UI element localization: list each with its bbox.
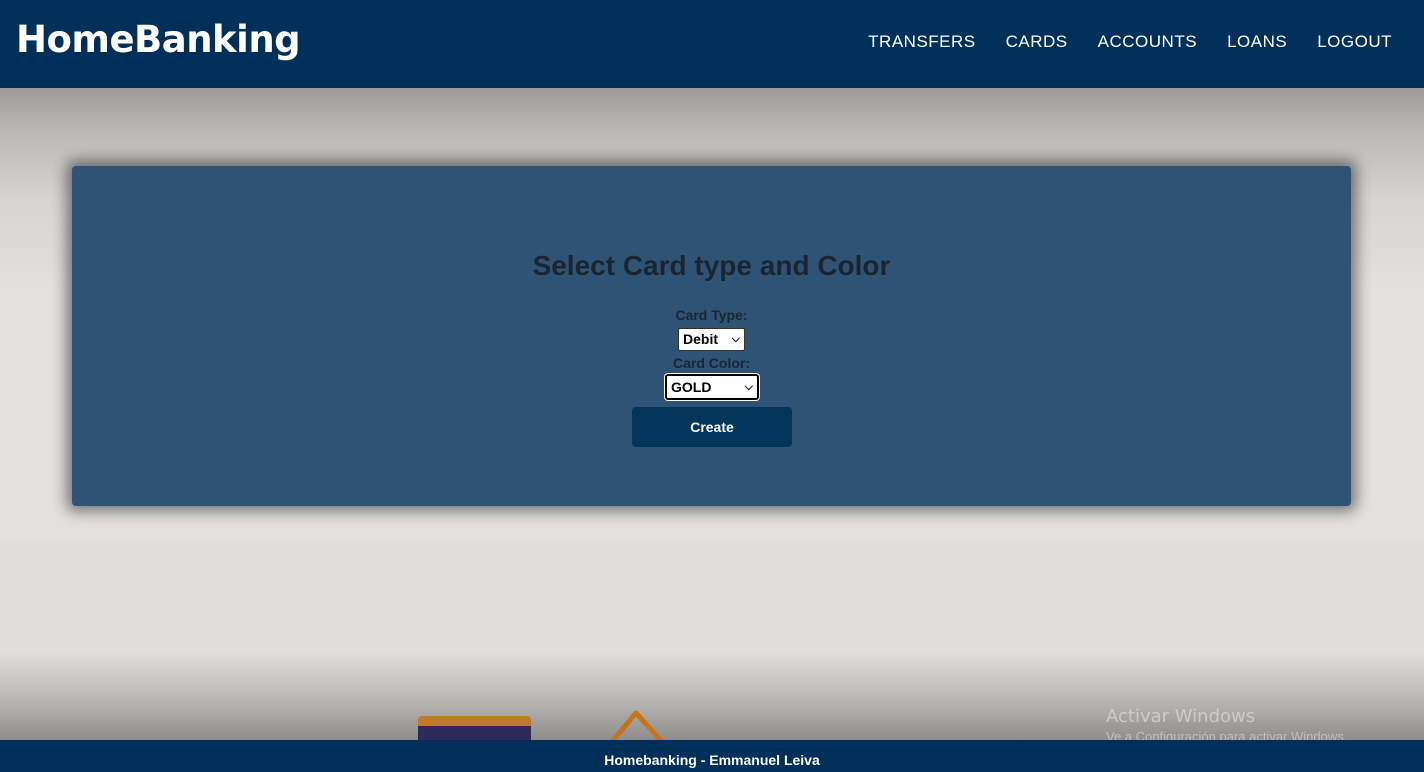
- card-color-select[interactable]: GOLD ⌵: [664, 373, 760, 401]
- footer: Homebanking - Emmanuel Leiva: [0, 740, 1424, 772]
- card-type-value: Debit: [683, 331, 718, 347]
- watermark-title: Activar Windows: [1106, 706, 1256, 727]
- nav-transfers[interactable]: TRANSFERS: [868, 32, 975, 52]
- nav-logout[interactable]: LOGOUT: [1317, 32, 1392, 52]
- card-color-value: GOLD: [671, 379, 712, 395]
- nav-links: TRANSFERS CARDS ACCOUNTS LOANS LOGOUT: [868, 32, 1392, 52]
- card-type-label: Card Type:: [675, 307, 748, 323]
- create-card-panel: Select Card type and Color Card Type: De…: [72, 166, 1351, 506]
- nav-loans[interactable]: LOANS: [1227, 32, 1287, 52]
- nav-accounts[interactable]: ACCOUNTS: [1098, 32, 1197, 52]
- page-title: Select Card type and Color: [532, 250, 891, 281]
- brand-logo[interactable]: HomeBanking: [16, 18, 301, 61]
- chevron-down-icon: ⌵: [731, 333, 740, 345]
- chevron-down-icon: ⌵: [744, 381, 753, 393]
- navbar: HomeBanking TRANSFERS CARDS ACCOUNTS LOA…: [0, 0, 1424, 88]
- create-button[interactable]: Create: [632, 407, 792, 447]
- windows-activation-watermark: Activar Windows Ve a Configuración para …: [1106, 706, 1347, 744]
- nav-cards[interactable]: CARDS: [1006, 32, 1068, 52]
- card-type-select[interactable]: Debit ⌵: [678, 328, 745, 351]
- card-color-label: Card Color:: [673, 355, 750, 371]
- footer-text: Homebanking - Emmanuel Leiva: [604, 752, 820, 768]
